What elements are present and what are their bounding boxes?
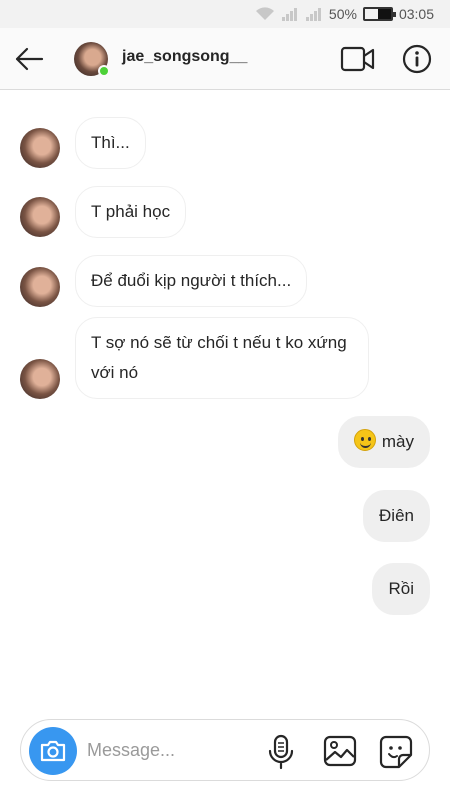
message-bubble[interactable]: Thì...: [75, 117, 146, 169]
my-message-bubble[interactable]: Rồi: [372, 563, 430, 615]
sender-avatar[interactable]: [20, 359, 60, 399]
message-bubble[interactable]: T phải học: [75, 186, 187, 238]
my-message-text: mày: [381, 432, 414, 451]
message-bubble[interactable]: T sợ nó sẽ từ chối t nếu t ko xứng với n…: [75, 317, 369, 399]
my-message-bubble[interactable]: Điên: [363, 490, 430, 542]
smiley-emoji-icon: [353, 429, 376, 451]
sticker-icon[interactable]: [379, 735, 413, 769]
signal-icon: [305, 7, 323, 21]
microphone-icon[interactable]: [265, 734, 297, 770]
gallery-icon[interactable]: [323, 735, 357, 767]
battery-percent: 50%: [328, 6, 357, 22]
camera-icon[interactable]: [29, 727, 77, 775]
chat-header: jae_songsong__: [0, 28, 450, 90]
signal-icon: [281, 7, 299, 21]
my-message-bubble[interactable]: mày: [337, 416, 430, 468]
battery-icon: [362, 7, 396, 21]
sender-avatar[interactable]: [20, 267, 60, 307]
wifi-icon: [255, 7, 275, 21]
info-icon[interactable]: [402, 44, 432, 74]
chat-username[interactable]: jae_songsong__: [122, 48, 247, 66]
message-composer: [20, 719, 430, 781]
online-status-dot: [98, 65, 110, 77]
sender-avatar[interactable]: [20, 128, 60, 168]
back-arrow-icon[interactable]: [14, 45, 44, 73]
message-input[interactable]: [87, 734, 267, 766]
status-time: 03:05: [398, 6, 434, 22]
status-bar: 50% 03:05: [0, 0, 450, 28]
video-call-icon[interactable]: [340, 44, 376, 74]
sender-avatar[interactable]: [20, 197, 60, 237]
message-bubble[interactable]: Để đuổi kịp người t thích...: [75, 255, 308, 307]
